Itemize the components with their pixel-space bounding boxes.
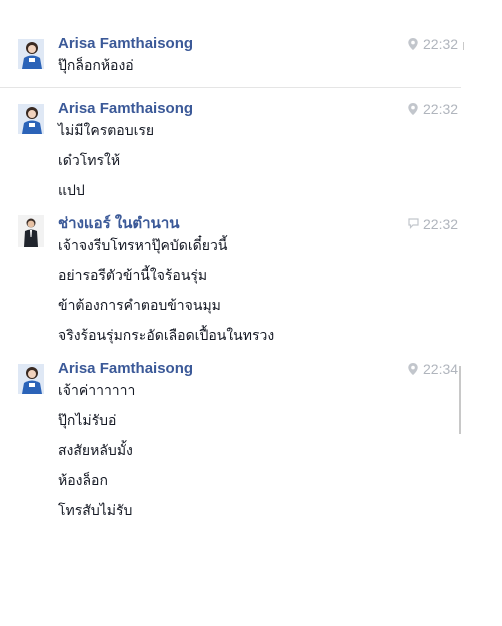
- avatar[interactable]: [18, 104, 44, 134]
- location-pin-icon: [408, 103, 418, 115]
- message-time: 22:32: [423, 36, 459, 52]
- chat-bubble-icon: [408, 218, 419, 229]
- message-text: แปป: [58, 182, 85, 198]
- message-text: เด๋วโทรให้: [58, 152, 121, 168]
- message-text: สงสัยหลับมั้ง: [58, 442, 133, 458]
- message-meta: 22:32: [408, 35, 468, 53]
- message-text: เจ้าจงรีบโทรหาปุ๊คบัดเดี๋ยวนี้: [58, 237, 228, 253]
- avatar[interactable]: [18, 39, 44, 69]
- message-text: จริงร้อนรุ่มกระอัดเลือดเปื้อนในทรวง: [58, 327, 275, 343]
- avatar[interactable]: [18, 364, 44, 394]
- message-time: 22:32: [423, 101, 459, 117]
- message-time: 22:34: [423, 361, 459, 377]
- message-time: 22:32: [423, 216, 459, 232]
- message-text: ไม่มีใครตอบเรย: [58, 122, 155, 138]
- message-text: โทรสับไม่รับ: [58, 502, 133, 518]
- message-meta: 22:32: [408, 100, 468, 118]
- divider: [0, 87, 461, 88]
- scrollbar[interactable]: [459, 366, 461, 434]
- message-text: เจ้าค่าาาาาา: [58, 382, 136, 398]
- sender-name[interactable]: Arisa Famthaisong: [58, 100, 193, 118]
- message-text: ปุ๊กล็อกห้องอ่: [58, 57, 134, 73]
- message-text: ห้องล็อก: [58, 472, 108, 488]
- message-meta: 22:32: [408, 215, 468, 233]
- message-thread: Arisa Famthaisong 22:32 ปุ๊กล็อกห้องอ่ A…: [0, 0, 502, 626]
- edge-marker: [463, 42, 464, 50]
- avatar[interactable]: [18, 215, 44, 247]
- location-pin-icon: [408, 363, 418, 375]
- sender-name[interactable]: Arisa Famthaisong: [58, 360, 193, 378]
- message-text: ข้าต้องการคำตอบข้าจนมุม: [58, 297, 221, 313]
- message-text: อย่ารอรีตัวข้านี้ใจร้อนรุ่ม: [58, 267, 208, 283]
- sender-name[interactable]: Arisa Famthaisong: [58, 35, 193, 53]
- sender-name[interactable]: ช่างแอร์ ในตำนาน: [58, 215, 180, 233]
- message-text: ปุ๊กไม่รับอ่: [58, 412, 117, 428]
- location-pin-icon: [408, 38, 418, 50]
